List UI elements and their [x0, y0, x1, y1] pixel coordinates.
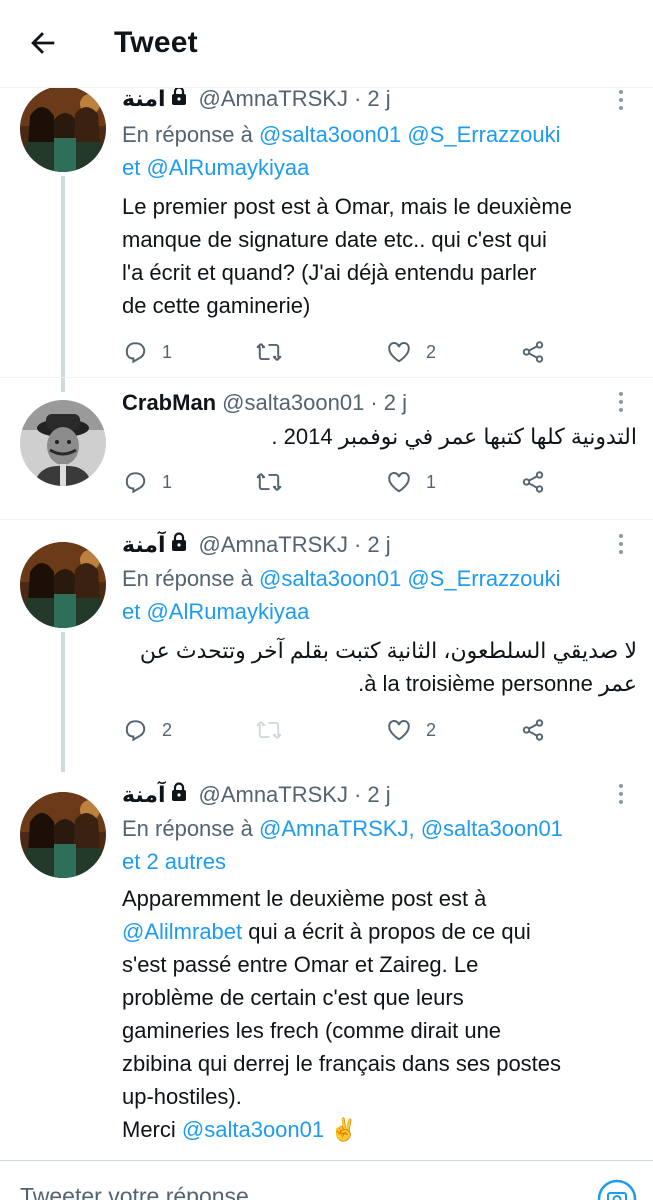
timestamp[interactable]: · 2 j [370, 390, 407, 416]
tweet[interactable]: CrabMan @salta3oon01 · 2 j التدونية كلها… [0, 378, 653, 520]
display-name[interactable]: آمنة [122, 88, 165, 112]
tweet-header: آمنة @AmnaTRSKJ · 2 j [122, 530, 613, 560]
tweet-text: لا صديقي السلطعون، الثانية كتبت بقلم آخر… [139, 638, 637, 696]
user-handle[interactable]: @AmnaTRSKJ [198, 782, 347, 808]
reply-count: 2 [162, 719, 173, 740]
reply-count: 1 [162, 471, 173, 492]
share-button[interactable] [520, 714, 546, 746]
lock-icon [170, 88, 188, 112]
reply-context: En réponse à @AmnaTRSKJ, @salta3oon01 et… [122, 812, 622, 878]
lock-icon [170, 782, 188, 808]
share-button[interactable] [520, 336, 546, 368]
share-icon [522, 341, 544, 363]
like-button[interactable]: 2 [386, 336, 436, 368]
camera-icon [597, 1179, 637, 1200]
mentioned-users-more[interactable]: et @AlRumaykiyaa [122, 151, 622, 184]
more-options-button[interactable] [615, 784, 627, 810]
reply-icon [125, 342, 146, 364]
page-title: Tweet [114, 26, 198, 59]
reply-button[interactable]: 1 [122, 336, 172, 368]
reply-icon [125, 720, 146, 742]
mention-link[interactable]: @Alilmrabet [122, 919, 242, 944]
heart-icon [388, 472, 410, 493]
retweet-icon [256, 343, 282, 361]
victory-hand-emoji: ✌️ [330, 1117, 358, 1142]
reply-to-label: En réponse à [122, 122, 253, 147]
reply-composer [0, 1160, 653, 1200]
thread-connector [61, 632, 65, 772]
reply-icon [125, 472, 146, 494]
retweet-icon [256, 473, 282, 491]
mention-link[interactable]: @salta3oon01 [182, 1117, 324, 1142]
arrow-left-icon [31, 32, 55, 54]
more-options-button[interactable] [615, 392, 627, 418]
tweet[interactable]: آمنة @AmnaTRSKJ · 2 j En réponse à @salt… [0, 88, 653, 392]
reply-button[interactable]: 1 [122, 466, 172, 498]
avatar[interactable] [20, 88, 106, 172]
top-bar: Tweet [0, 0, 653, 88]
timestamp[interactable]: · 2 j [354, 532, 391, 558]
like-button[interactable]: 1 [386, 466, 436, 498]
mentioned-users[interactable]: @AmnaTRSKJ, @salta3oon01 [259, 816, 563, 841]
tweet[interactable]: آمنة @AmnaTRSKJ · 2 j En réponse à @Amna… [0, 770, 653, 1160]
more-options-button[interactable] [615, 90, 627, 116]
tweet-header: آمنة @AmnaTRSKJ · 2 j [122, 780, 613, 810]
reply-count: 1 [162, 341, 173, 362]
heart-icon [388, 720, 410, 741]
reply-input[interactable] [20, 1181, 520, 1200]
avatar[interactable] [20, 792, 106, 878]
tweet-header: CrabMan @salta3oon01 · 2 j [122, 388, 613, 418]
mentioned-users[interactable]: @salta3oon01 @S_Errazzouki [259, 566, 561, 591]
retweet-button[interactable] [256, 336, 282, 368]
tweet-text: Le premier post est à Omar, mais le deux… [122, 194, 572, 318]
heart-icon [388, 342, 410, 363]
reply-context: En réponse à @salta3oon01 @S_Errazzouki … [122, 118, 622, 184]
tweet-actions: 1 2 [122, 336, 562, 368]
camera-button[interactable] [597, 1179, 637, 1200]
mentioned-users[interactable]: @salta3oon01 @S_Errazzouki [259, 122, 561, 147]
tweet[interactable]: آمنة @AmnaTRSKJ · 2 j En réponse à @salt… [0, 520, 653, 772]
mentioned-users-more[interactable]: et @AlRumaykiyaa [122, 595, 622, 628]
mentioned-users-more[interactable]: et 2 autres [122, 845, 622, 878]
reply-to-label: En réponse à [122, 566, 253, 591]
reply-to-label: En réponse à [122, 816, 253, 841]
thread-connector [61, 176, 65, 392]
retweet-button[interactable] [256, 466, 282, 498]
avatar[interactable] [20, 400, 106, 486]
back-button[interactable] [26, 26, 66, 66]
tweet-text: Apparemment le deuxième post est à @Alil… [122, 886, 562, 1142]
share-icon [522, 719, 544, 741]
user-handle[interactable]: @AmnaTRSKJ [198, 88, 347, 112]
like-button[interactable]: 2 [386, 714, 436, 746]
avatar[interactable] [20, 542, 106, 628]
more-options-button[interactable] [615, 534, 627, 560]
timestamp[interactable]: · 2 j [354, 782, 391, 808]
user-handle[interactable]: @salta3oon01 [222, 390, 364, 416]
reply-thread: آمنة @AmnaTRSKJ · 2 j En réponse à @salt… [0, 88, 653, 1160]
display-name[interactable]: CrabMan [122, 390, 216, 416]
retweet-button[interactable] [256, 714, 282, 746]
user-handle[interactable]: @AmnaTRSKJ [198, 532, 347, 558]
retweet-icon [256, 721, 282, 739]
display-name[interactable]: آمنة [122, 532, 165, 558]
reply-context: En réponse à @salta3oon01 @S_Errazzouki … [122, 562, 622, 628]
like-count: 2 [426, 341, 437, 362]
like-count: 2 [426, 719, 437, 740]
share-icon [522, 471, 544, 493]
tweet-header: آمنة @AmnaTRSKJ · 2 j [122, 88, 613, 114]
share-button[interactable] [520, 466, 546, 498]
timestamp[interactable]: · 2 j [354, 88, 391, 112]
reply-button[interactable]: 2 [122, 714, 172, 746]
lock-icon [170, 532, 188, 558]
tweet-actions: 2 2 [122, 714, 562, 746]
like-count: 1 [426, 471, 437, 492]
tweet-actions: 1 1 [122, 466, 562, 498]
display-name[interactable]: آمنة [122, 782, 165, 808]
tweet-text: التدونية كلها كتبها عمر في نوفمبر 2014 . [271, 424, 637, 449]
